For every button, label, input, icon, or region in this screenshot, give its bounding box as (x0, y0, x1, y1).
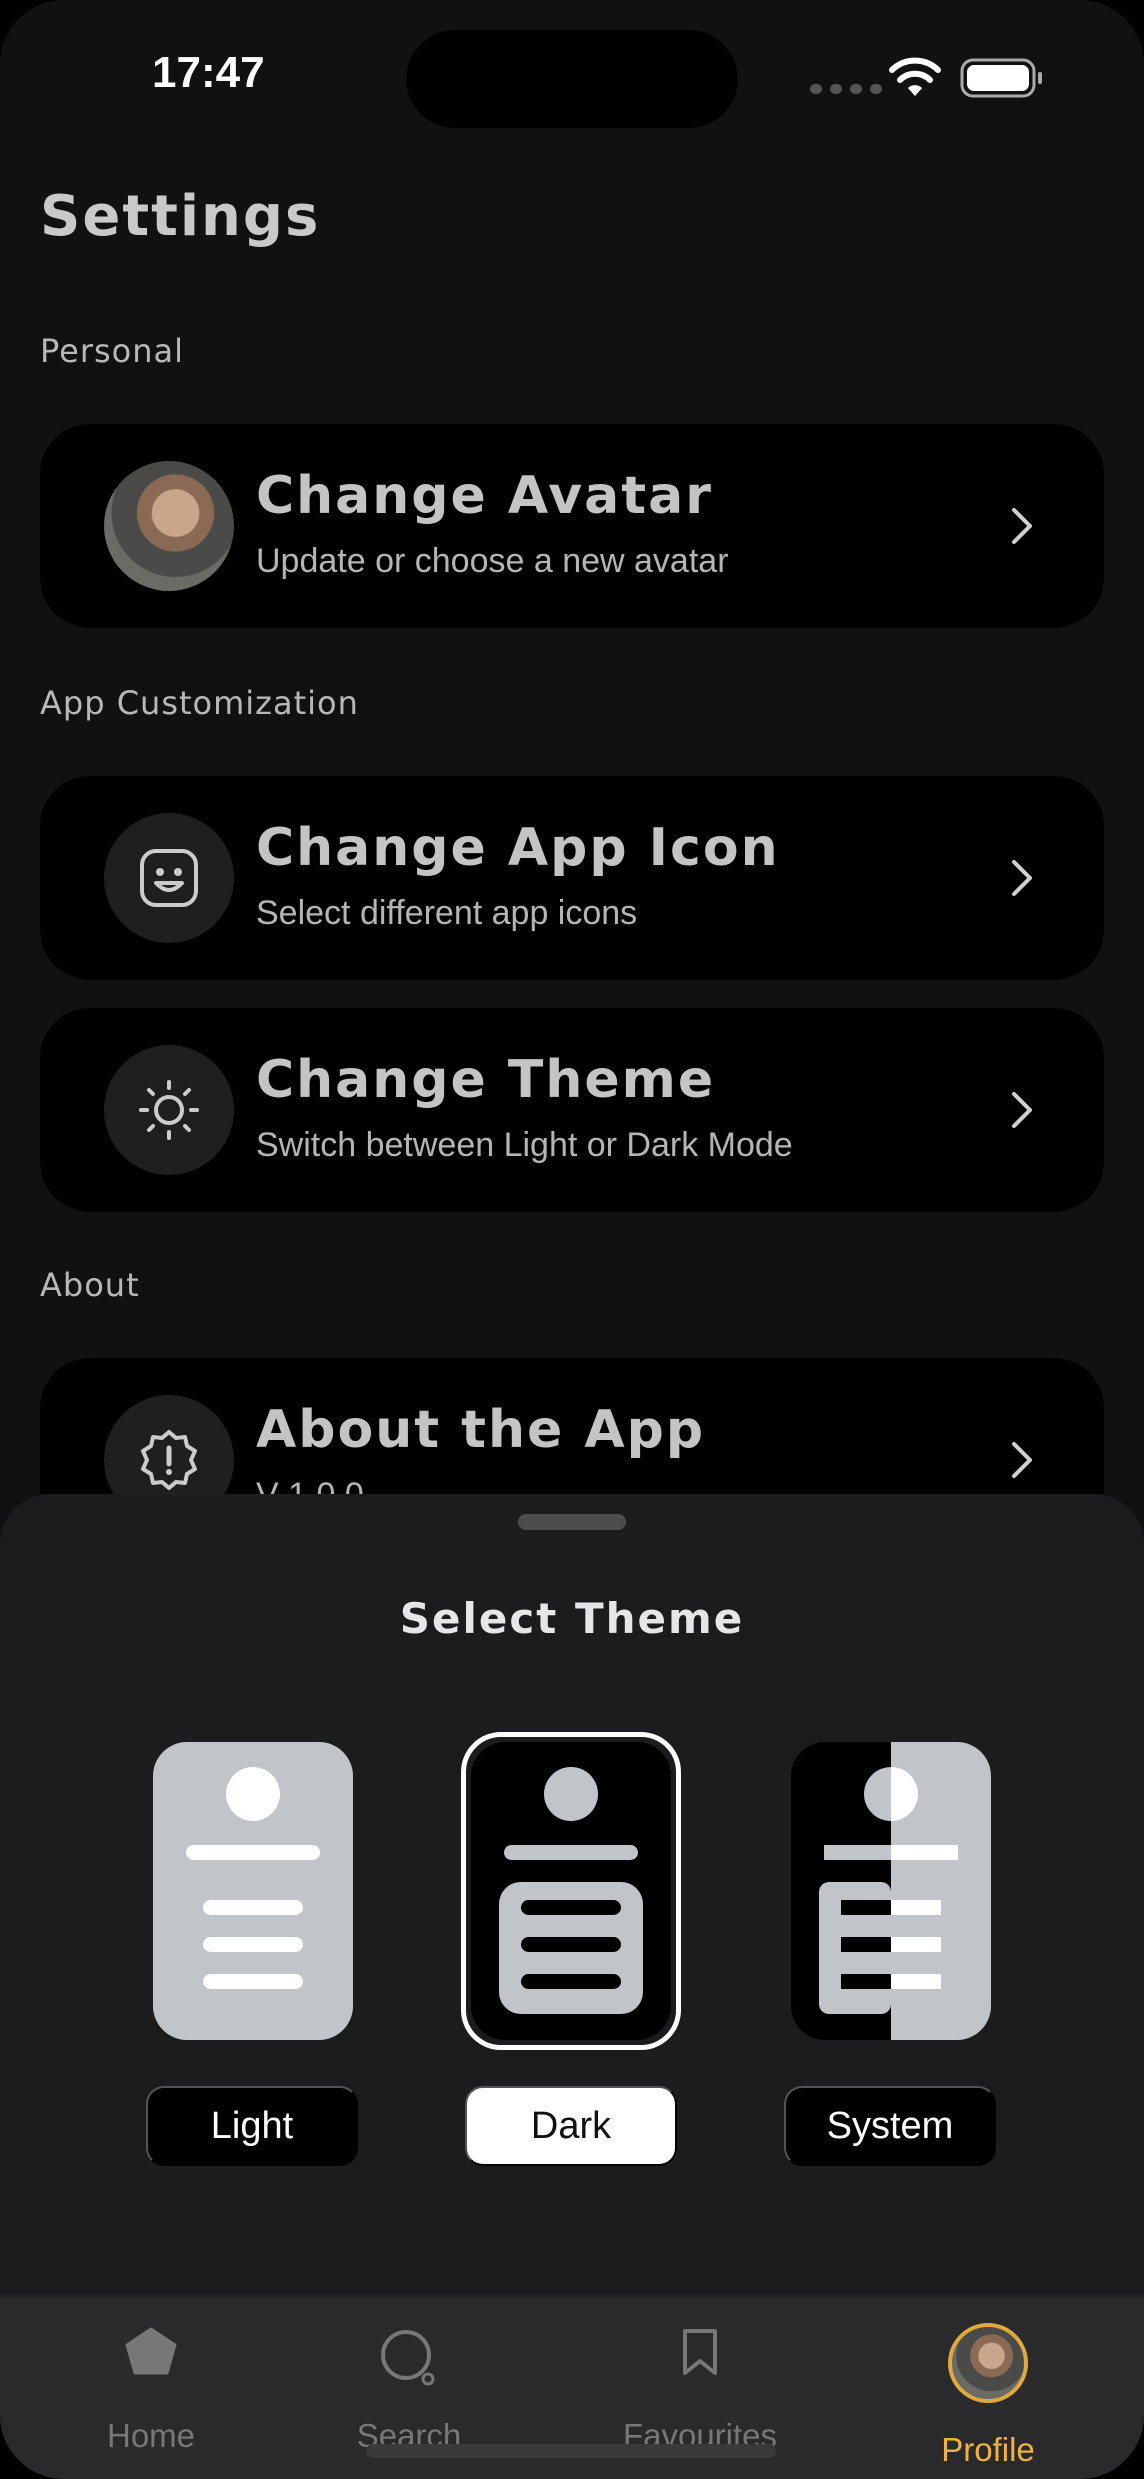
change-avatar-card[interactable]: Change Avatar Update or choose a new ava… (40, 424, 1104, 628)
chevron-right-icon (1012, 1092, 1032, 1128)
section-label-about: About (40, 1266, 140, 1304)
light-theme-preview-icon (153, 1742, 353, 2040)
bookmark-icon (683, 2329, 717, 2375)
phone-screen: 17:47 Settings Personal Change Avatar Up… (0, 0, 1144, 2479)
wifi-icon (889, 57, 941, 96)
tab-label: Profile (941, 2431, 1035, 2468)
card-title: Change Theme (256, 1050, 716, 1110)
card-subtitle: Update or choose a new avatar (256, 542, 729, 580)
tab-label: Home (106, 2417, 196, 2454)
profile-avatar (948, 2323, 1028, 2403)
card-title: Change Avatar (256, 466, 713, 526)
dark-theme-preview-icon (471, 1742, 671, 2040)
cellular-signal-icon (810, 84, 882, 94)
card-title: About the App (256, 1400, 706, 1460)
chevron-right-icon (1012, 860, 1032, 896)
sun-icon (104, 1045, 234, 1175)
section-label-personal: Personal (40, 332, 185, 370)
theme-option-light[interactable] (143, 1732, 353, 2062)
system-theme-preview-icon (791, 1742, 991, 2040)
change-theme-card[interactable]: Change Theme Switch between Light or Dar… (40, 1008, 1104, 1212)
chevron-right-icon (1012, 508, 1032, 544)
avatar (104, 461, 234, 591)
search-icon (381, 2330, 435, 2386)
sheet-grabber[interactable] (518, 1514, 626, 1530)
tab-home[interactable]: Home (31, 2297, 271, 2479)
card-subtitle: Select different app icons (256, 894, 638, 932)
page-title: Settings (40, 184, 321, 249)
light-theme-button[interactable]: Light (146, 2086, 358, 2166)
dark-theme-button[interactable]: Dark (465, 2086, 677, 2166)
dynamic-island (406, 30, 738, 128)
smiley-icon (104, 813, 234, 943)
home-icon (125, 2327, 177, 2375)
home-indicator[interactable] (366, 2444, 776, 2458)
section-label-app-customization: App Customization (40, 684, 359, 722)
chevron-right-icon (1012, 1442, 1032, 1478)
change-app-icon-card[interactable]: Change App Icon Select different app ico… (40, 776, 1104, 980)
battery-icon (960, 58, 1042, 98)
card-title: Change App Icon (256, 818, 780, 878)
status-time: 17:47 (152, 48, 265, 97)
card-subtitle: Switch between Light or Dark Mode (256, 1126, 793, 1164)
theme-option-system[interactable] (781, 1732, 991, 2062)
system-theme-button[interactable]: System (784, 2086, 996, 2166)
theme-option-dark[interactable] (461, 1732, 681, 2062)
tab-profile[interactable]: Profile (868, 2297, 1108, 2479)
sheet-title: Select Theme (399, 1594, 745, 1643)
avatar-image (104, 461, 234, 591)
theme-bottom-sheet: Select Theme Light Dark System (0, 1494, 1144, 2294)
